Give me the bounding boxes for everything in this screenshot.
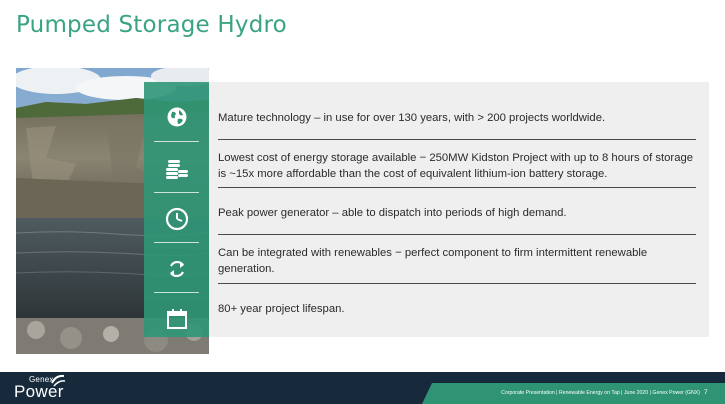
- clock-icon: [144, 194, 209, 243]
- calendar-icon: [144, 294, 209, 343]
- bullet-mature-technology: Mature technology – in use for over 130 …: [218, 112, 606, 124]
- icon-divider: [154, 141, 199, 142]
- bullet-divider: [218, 234, 696, 235]
- icon-column: [144, 82, 209, 337]
- bullet-divider: [218, 139, 696, 140]
- page-number: 7: [704, 389, 708, 396]
- bullet-lifespan: 80+ year project lifespan.: [218, 303, 345, 315]
- bullet-peak-power: Peak power generator – able to dispatch …: [218, 207, 567, 219]
- genex-logo-mark-icon: [50, 373, 66, 394]
- globe-icon: [144, 92, 209, 141]
- footer-info-text: Corporate Presentation | Renewable Energ…: [501, 390, 700, 396]
- icon-divider: [154, 192, 199, 193]
- bullet-lowest-cost: Lowest cost of energy storage available …: [218, 152, 694, 180]
- refresh-icon: [144, 244, 209, 293]
- bullet-renewables: Can be integrated with renewables − perf…: [218, 247, 648, 275]
- coins-icon: [144, 143, 209, 192]
- icon-divider: [154, 242, 199, 243]
- bullet-divider: [218, 283, 696, 284]
- bullet-divider: [218, 187, 696, 188]
- icon-divider: [154, 292, 199, 293]
- slide-title: Pumped Storage Hydro: [16, 12, 287, 38]
